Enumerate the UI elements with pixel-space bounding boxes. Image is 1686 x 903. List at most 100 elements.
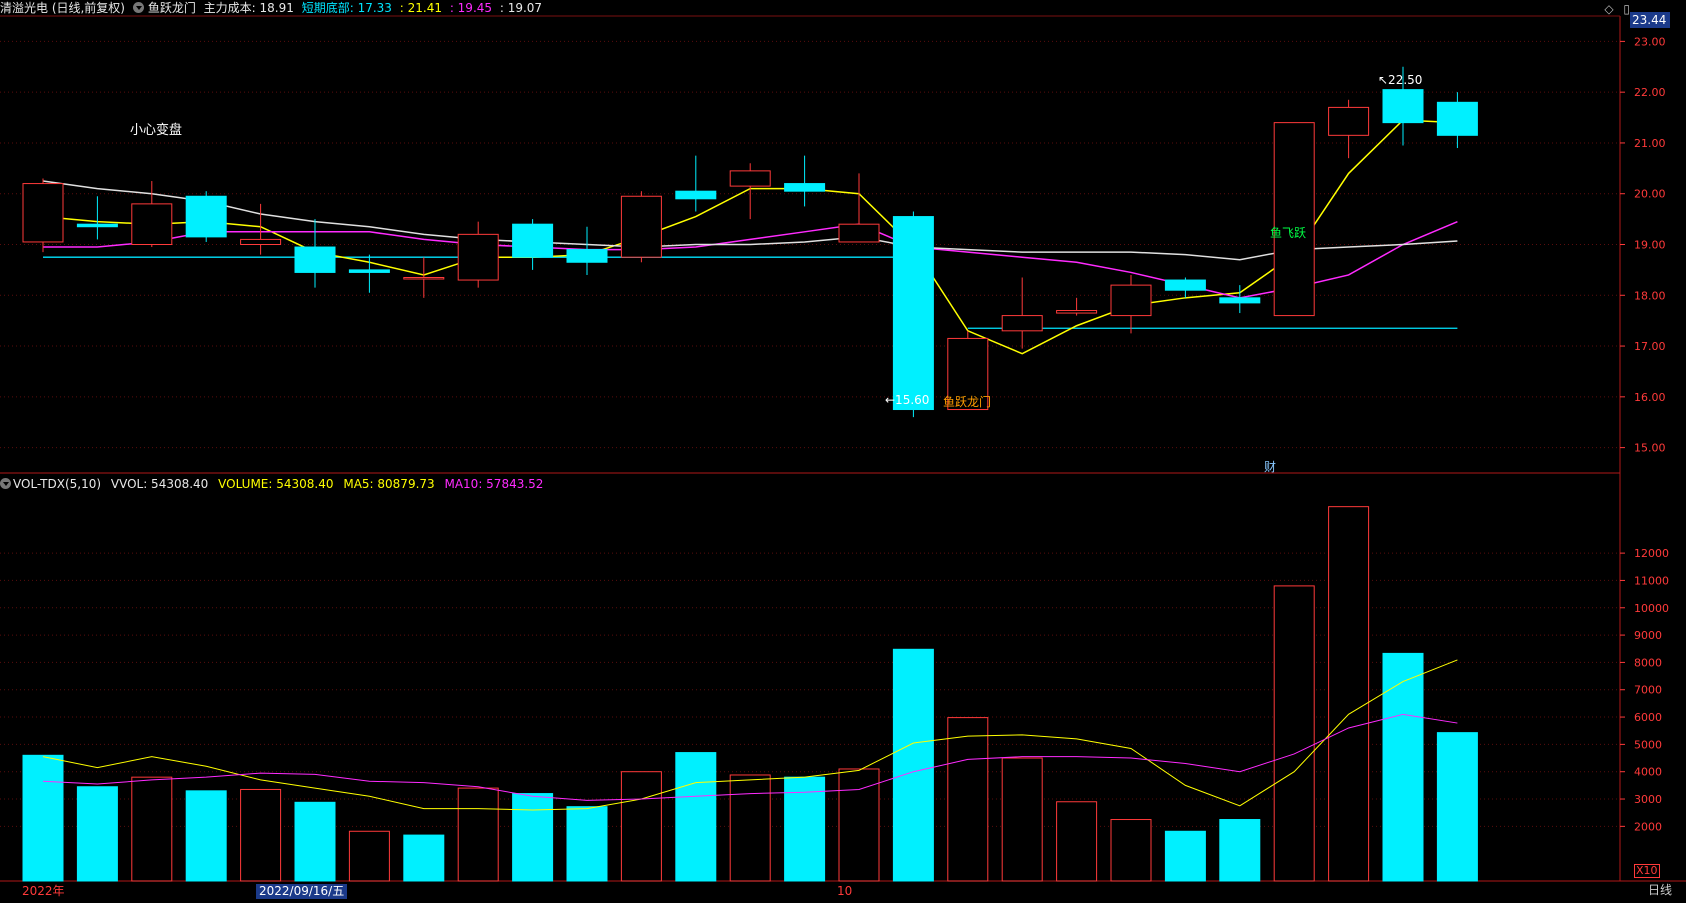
volume-bar xyxy=(1056,801,1098,882)
candle-body xyxy=(1110,284,1152,317)
volume-indicator-name[interactable]: VOL-TDX(5,10) xyxy=(13,477,101,491)
volume-bars xyxy=(22,506,1478,882)
indicator-name[interactable]: 鱼跃龙门 xyxy=(148,1,196,15)
candle-body xyxy=(512,223,554,258)
stock-title[interactable]: 清溢光电 (日线,前复权) xyxy=(0,1,125,15)
price-ma-line xyxy=(43,220,1458,299)
volume-header: VOL-TDX(5,10) VVOL: 54308.40 VOLUME: 543… xyxy=(0,476,549,492)
volume-tick-label: 10000 xyxy=(1634,602,1669,615)
price-tick-label: 17.00 xyxy=(1634,340,1666,353)
volume-bar xyxy=(1001,757,1043,882)
volume-bar xyxy=(403,834,445,882)
candle-body xyxy=(838,223,880,243)
price-support-lines xyxy=(43,256,1458,329)
volume-value: VOLUME: 54308.40 xyxy=(218,477,334,491)
indicator-dropdown-icon[interactable] xyxy=(132,2,144,13)
volume-bar xyxy=(240,788,282,882)
x10-badge: X10 xyxy=(1634,864,1660,878)
volume-bar xyxy=(512,793,554,882)
stock-chart-window: 23.00 22.00 21.00 20.00 19.00 18.00 17.00 16.00… xyxy=(0,0,1686,899)
volume-bar xyxy=(1436,732,1478,882)
volume-bar xyxy=(1164,830,1206,882)
price-tick-label: 19.00 xyxy=(1634,239,1666,252)
price-tick-label: 15.00 xyxy=(1634,442,1666,455)
price-axis-ticks: 23.00 22.00 21.00 20.00 19.00 18.00 17.00 16.00… xyxy=(1620,35,1666,455)
candle-body xyxy=(892,216,934,411)
window-controls: ◇ ▯ xyxy=(1604,2,1630,16)
volume-bar xyxy=(1219,819,1261,882)
volume-bar xyxy=(1328,506,1370,882)
maximize-icon[interactable]: ▯ xyxy=(1623,2,1630,16)
high-price-label: ↖22.50 xyxy=(1378,73,1422,87)
price-tick-label: 20.00 xyxy=(1634,188,1666,201)
candle-body xyxy=(1382,89,1424,124)
diamond-icon[interactable]: ◇ xyxy=(1604,2,1613,16)
axes xyxy=(0,15,1686,882)
volume-indicator-dropdown-icon[interactable] xyxy=(0,478,11,489)
header-value-white: : 19.07 xyxy=(499,1,543,15)
candle-body xyxy=(185,195,227,238)
careful-annotation: 小心变盘 xyxy=(130,122,182,138)
volume-tick-label: 6000 xyxy=(1634,711,1662,724)
volume-bar xyxy=(620,771,662,882)
volume-bar xyxy=(566,806,608,882)
candlesticks xyxy=(22,66,1478,418)
volume-bar xyxy=(1382,652,1424,882)
volume-tick-label: 3000 xyxy=(1634,793,1662,806)
volume-bar xyxy=(131,776,173,882)
candle-body xyxy=(131,203,173,245)
volume-axis-ticks: 12000 11000 10000 9000 8000 7000 6000 5000 4000 3… xyxy=(1620,547,1669,833)
main-cost-value: 主力成本: 18.91 xyxy=(203,1,294,15)
candle-body xyxy=(1328,106,1370,136)
fish-jump-annotation: 鱼飞跃 xyxy=(1270,226,1306,240)
ma5-value: MA5: 80879.73 xyxy=(343,477,435,491)
volume-tick-label: 7000 xyxy=(1634,684,1662,697)
fish-gate-annotation: 鱼跃龙门 xyxy=(943,394,991,409)
candle-body xyxy=(1219,297,1261,304)
header-value-yellow: : 21.41 xyxy=(399,1,442,15)
grid-lines xyxy=(0,40,1620,827)
volume-tick-label: 5000 xyxy=(1634,738,1662,751)
period-label[interactable]: 日线 xyxy=(1648,882,1672,898)
volume-bar xyxy=(729,774,771,882)
vvol-value: VVOL: 54308.40 xyxy=(110,477,209,491)
volume-tick-label: 2000 xyxy=(1634,820,1662,833)
price-tick-label: 18.00 xyxy=(1634,289,1666,302)
price-tick-label: 22.00 xyxy=(1634,86,1666,99)
price-tick-label: 21.00 xyxy=(1634,137,1666,150)
candle-body xyxy=(1273,122,1315,317)
chart-canvas[interactable]: 23.00 22.00 21.00 20.00 19.00 18.00 17.00 16.00… xyxy=(0,0,1686,899)
last-price-box: 23.44 xyxy=(1630,12,1670,28)
candle-body xyxy=(76,223,118,228)
volume-bar xyxy=(294,801,336,882)
candle-body xyxy=(22,183,64,243)
volume-bar xyxy=(76,786,118,882)
candle-body xyxy=(1164,279,1206,291)
candle-body xyxy=(675,190,717,200)
header-value-magenta: : 19.45 xyxy=(449,1,493,15)
price-moving-averages xyxy=(42,119,1458,355)
volume-bar xyxy=(348,830,390,882)
finance-marker: 财 xyxy=(1264,460,1276,474)
volume-bar xyxy=(892,648,934,882)
volume-bar xyxy=(1273,585,1315,882)
candle-body xyxy=(403,277,445,280)
volume-bar xyxy=(185,790,227,882)
volume-tick-label: 9000 xyxy=(1634,629,1662,642)
candle-body xyxy=(784,183,826,192)
volume-bar xyxy=(838,768,880,882)
volume-bar xyxy=(457,787,499,882)
candle-body xyxy=(294,246,336,273)
low-price-label: ←15.60 xyxy=(885,393,929,407)
year-label: 2022年 xyxy=(22,884,65,898)
price-ma-line xyxy=(42,119,1458,355)
candle-body xyxy=(566,249,608,263)
candle-body xyxy=(240,238,282,246)
candle-body xyxy=(1056,310,1098,314)
volume-tick-label: 11000 xyxy=(1634,574,1669,587)
volume-tick-label: 4000 xyxy=(1634,766,1662,779)
candle-body xyxy=(1001,315,1043,332)
volume-bar xyxy=(22,754,64,882)
candle-body xyxy=(1436,101,1478,136)
candle-body xyxy=(457,233,499,281)
